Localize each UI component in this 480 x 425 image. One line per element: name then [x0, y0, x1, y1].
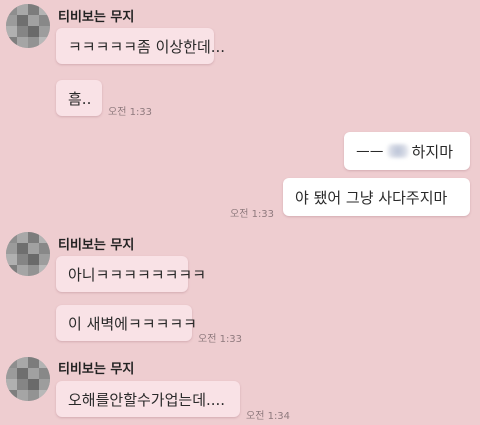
- sender-name: 티비보는 무지: [58, 238, 135, 253]
- message-text-prefix: ㅡㅡ: [356, 142, 384, 161]
- incoming-message[interactable]: ㅋㅋㅋㅋㅋ좀 이상한데...: [56, 28, 225, 64]
- sender-avatar[interactable]: [6, 357, 50, 401]
- sender-avatar[interactable]: [6, 4, 50, 48]
- outgoing-message[interactable]: ㅡㅡ 하지마: [344, 132, 470, 170]
- blurred-profile-image: [6, 232, 50, 276]
- message-text-suffix: 하지마: [411, 142, 454, 161]
- incoming-message[interactable]: 아니ㅋㅋㅋㅋㅋㅋㅋㅋ: [56, 256, 206, 292]
- blurred-profile-image: [6, 4, 50, 48]
- message-timestamp: 오전 1:33: [230, 209, 275, 220]
- blurred-profile-image: [6, 357, 50, 401]
- message-timestamp: 오전 1:33: [198, 334, 243, 345]
- sender-avatar[interactable]: [6, 232, 50, 276]
- sender-name: 티비보는 무지: [58, 362, 135, 377]
- incoming-message[interactable]: 오해를안할수가업는데....: [56, 381, 240, 417]
- incoming-message[interactable]: 이 새벽에ㅋㅋㅋㅋㅋ: [56, 305, 197, 341]
- message-timestamp: 오전 1:34: [246, 411, 291, 422]
- incoming-message[interactable]: 흠..: [56, 80, 102, 116]
- sender-name: 티비보는 무지: [58, 10, 135, 25]
- blurred-word: [386, 144, 409, 158]
- outgoing-message[interactable]: 야 됐어 그냥 사다주지마: [283, 178, 470, 216]
- message-timestamp: 오전 1:33: [108, 107, 153, 118]
